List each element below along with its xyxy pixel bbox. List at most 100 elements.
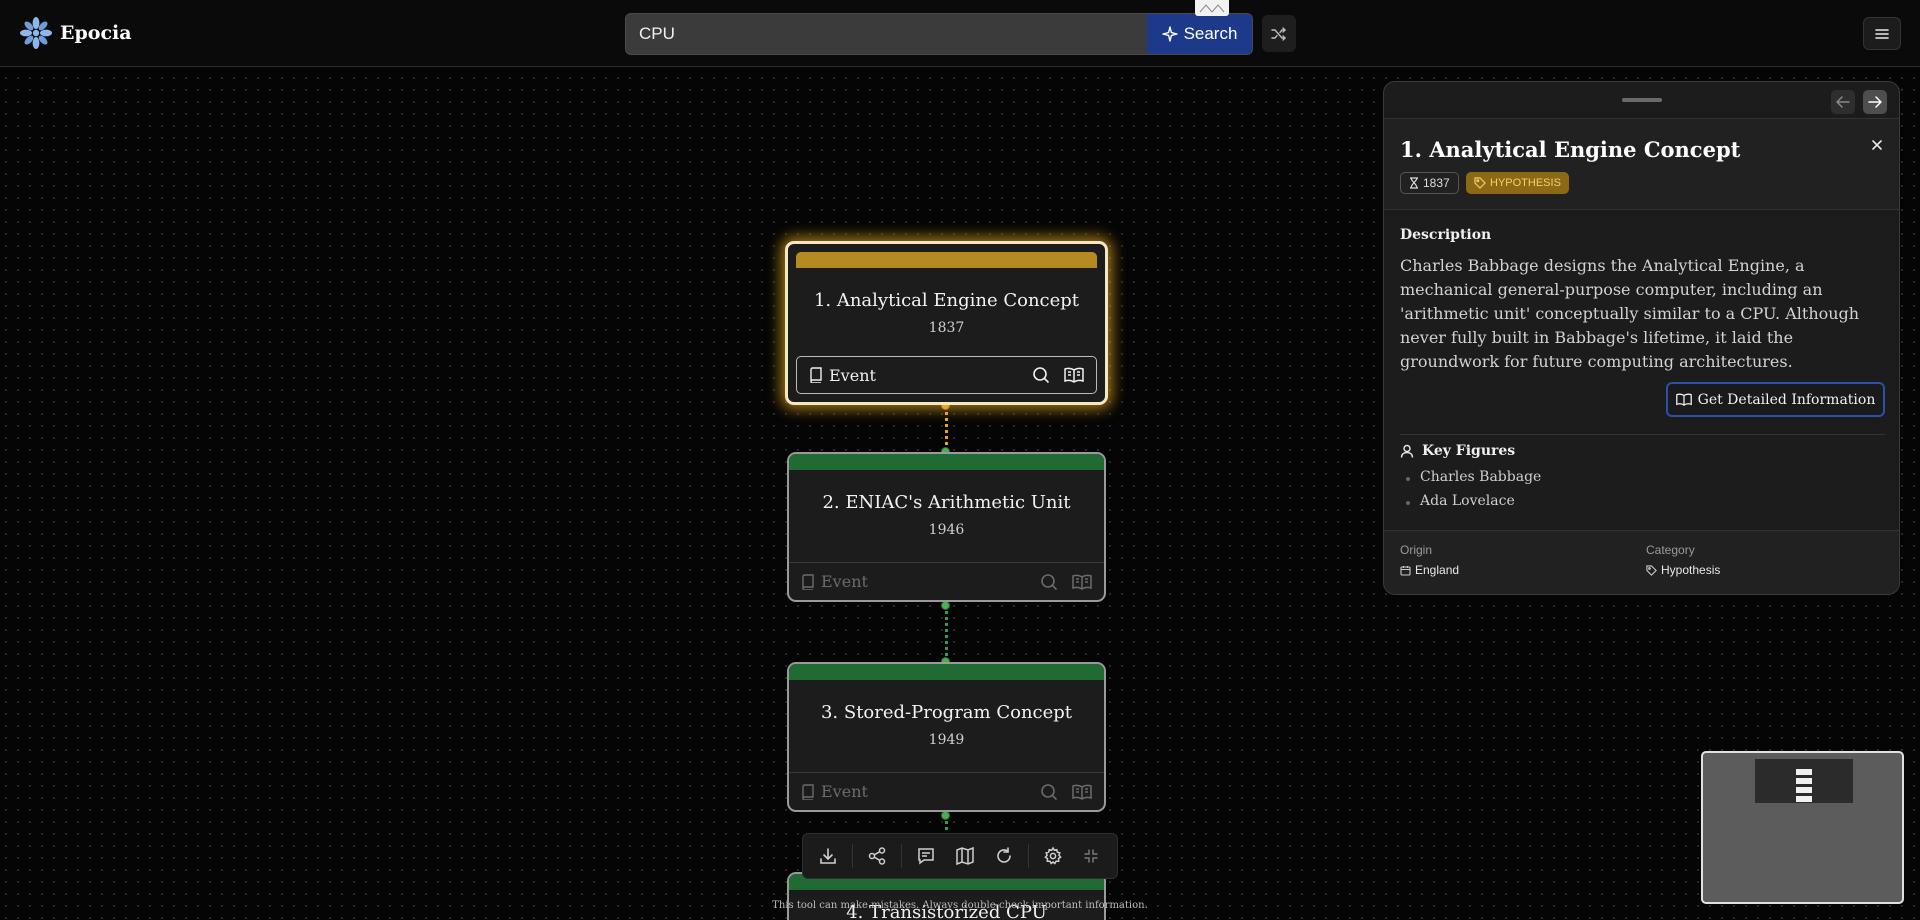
- node-type: Event: [821, 572, 868, 591]
- list-item: Charles Babbage: [1405, 469, 1541, 493]
- tag-icon: [1474, 177, 1486, 189]
- minimap-node: [1796, 796, 1812, 802]
- search-icon[interactable]: [1040, 573, 1058, 591]
- timeline-node-2[interactable]: 2. ENIAC's Arithmetic Unit 1946 Event: [787, 452, 1106, 602]
- node-type: Event: [821, 782, 868, 801]
- origin-value: England: [1400, 563, 1459, 577]
- minimap-node: [1796, 769, 1812, 775]
- key-figures-heading: Key Figures: [1400, 443, 1515, 459]
- minimap[interactable]: [1701, 751, 1904, 904]
- toolbar-divider: [852, 844, 854, 868]
- snowflake-logo-icon: [20, 17, 52, 49]
- arrow-left-icon: [1836, 96, 1850, 108]
- menu-button[interactable]: [1863, 17, 1901, 50]
- shuffle-icon: [1271, 26, 1286, 41]
- category-badge: HYPOTHESIS: [1466, 172, 1569, 194]
- connector-handle[interactable]: [941, 601, 950, 610]
- node-year: 1837: [928, 320, 965, 336]
- sparkle-icon: [1161, 26, 1178, 42]
- canvas-toolbar: [802, 833, 1118, 879]
- hourglass-icon: [1410, 177, 1418, 189]
- key-figures-label: Key Figures: [1422, 443, 1516, 459]
- category-badge-text: HYPOTHESIS: [1490, 177, 1561, 189]
- disclaimer-text: This tool can make mistakes. Always doub…: [772, 900, 1148, 911]
- search-input[interactable]: [626, 14, 1148, 54]
- search-icon[interactable]: [1040, 783, 1058, 801]
- open-book-icon[interactable]: [1072, 784, 1092, 800]
- search-icon[interactable]: [1032, 366, 1050, 384]
- chevrons-up-icon: [1199, 4, 1225, 13]
- list-item: Ada Lovelace: [1405, 493, 1541, 517]
- node-title: 3. Stored-Program Concept: [820, 702, 1073, 723]
- open-book-icon: [1675, 393, 1692, 406]
- book-icon: [810, 367, 822, 383]
- node-color-bar: [789, 454, 1104, 470]
- search-button-label: Search: [1183, 24, 1238, 43]
- minimap-node: [1796, 787, 1812, 793]
- category-section: Category Hypothesis: [1646, 543, 1720, 577]
- node-color-bar: [796, 252, 1097, 268]
- node-title: 2. ENIAC's Arithmetic Unit: [822, 492, 1071, 513]
- origin-section: Origin England: [1400, 543, 1459, 577]
- panel-header: 1. Analytical Engine Concept 1837 HYPOTH…: [1384, 118, 1899, 210]
- comment-icon[interactable]: [911, 841, 941, 871]
- calendar-icon: [1400, 565, 1411, 576]
- detail-panel: 1. Analytical Engine Concept 1837 HYPOTH…: [1383, 81, 1900, 595]
- toolbar-divider: [1027, 844, 1029, 868]
- search-button[interactable]: Search: [1147, 14, 1252, 54]
- download-icon[interactable]: [813, 841, 843, 871]
- node-type: Event: [829, 365, 876, 385]
- origin-label: Origin: [1400, 543, 1433, 557]
- share-icon[interactable]: [862, 841, 892, 871]
- node-footer: Event: [789, 562, 1104, 600]
- top-bar: Epocia Search: [0, 0, 1920, 67]
- year-badge: 1837: [1400, 172, 1459, 194]
- category-value: Hypothesis: [1646, 563, 1720, 577]
- timeline-node-1[interactable]: 1. Analytical Engine Concept 1837 Event: [785, 241, 1108, 405]
- user-icon: [1400, 444, 1414, 458]
- collapse-icon[interactable]: [1076, 841, 1106, 871]
- key-figures-list: Charles Babbage Ada Lovelace: [1405, 469, 1541, 517]
- node-footer: Event: [796, 356, 1097, 394]
- next-button[interactable]: [1863, 90, 1887, 114]
- tag-icon: [1646, 564, 1657, 576]
- shuffle-button[interactable]: [1262, 15, 1296, 52]
- node-year: 1949: [928, 732, 965, 748]
- search-bar: Search: [625, 13, 1253, 55]
- description-label: Description: [1400, 227, 1492, 243]
- close-button[interactable]: [1871, 139, 1883, 151]
- toolbar-divider: [901, 844, 903, 868]
- refresh-icon[interactable]: [989, 841, 1019, 871]
- timeline-node-3[interactable]: 3. Stored-Program Concept 1949 Event: [787, 662, 1106, 812]
- arrow-right-icon: [1868, 96, 1882, 108]
- description-text: Charles Babbage designs the Analytical E…: [1400, 256, 1860, 371]
- node-footer: Event: [789, 772, 1104, 810]
- node-title: 1. Analytical Engine Concept: [813, 290, 1080, 311]
- minimap-node: [1796, 778, 1812, 784]
- previous-button[interactable]: [1831, 90, 1855, 114]
- collapse-tab[interactable]: [1195, 0, 1229, 16]
- settings-icon[interactable]: [1038, 841, 1068, 871]
- get-detailed-info-button[interactable]: Get Detailed Information: [1666, 382, 1885, 417]
- book-icon: [802, 783, 814, 800]
- section-divider: [1400, 434, 1885, 435]
- open-book-icon[interactable]: [1064, 367, 1084, 383]
- panel-title: 1. Analytical Engine Concept: [1400, 137, 1741, 162]
- panel-footer: Origin England Category Hypothesis: [1384, 530, 1899, 594]
- open-book-icon[interactable]: [1072, 574, 1092, 590]
- app-logo[interactable]: Epocia: [19, 16, 132, 50]
- category-label: Category: [1646, 543, 1695, 557]
- timeline-node-4[interactable]: 4. Transistorized CPU: [787, 872, 1106, 920]
- connector-handle[interactable]: [941, 811, 950, 820]
- close-icon: [1872, 140, 1882, 150]
- origin-text: England: [1415, 563, 1460, 577]
- category-text: Hypothesis: [1661, 563, 1721, 577]
- hamburger-icon: [1875, 28, 1889, 39]
- node-year: 1946: [928, 522, 965, 538]
- detail-button-label: Get Detailed Information: [1697, 391, 1876, 408]
- panel-drag-handle[interactable]: [1622, 98, 1662, 102]
- node-color-bar: [789, 664, 1104, 680]
- map-icon[interactable]: [950, 841, 980, 871]
- connector-line-1-2: [945, 405, 948, 452]
- year-badge-text: 1837: [1423, 176, 1450, 190]
